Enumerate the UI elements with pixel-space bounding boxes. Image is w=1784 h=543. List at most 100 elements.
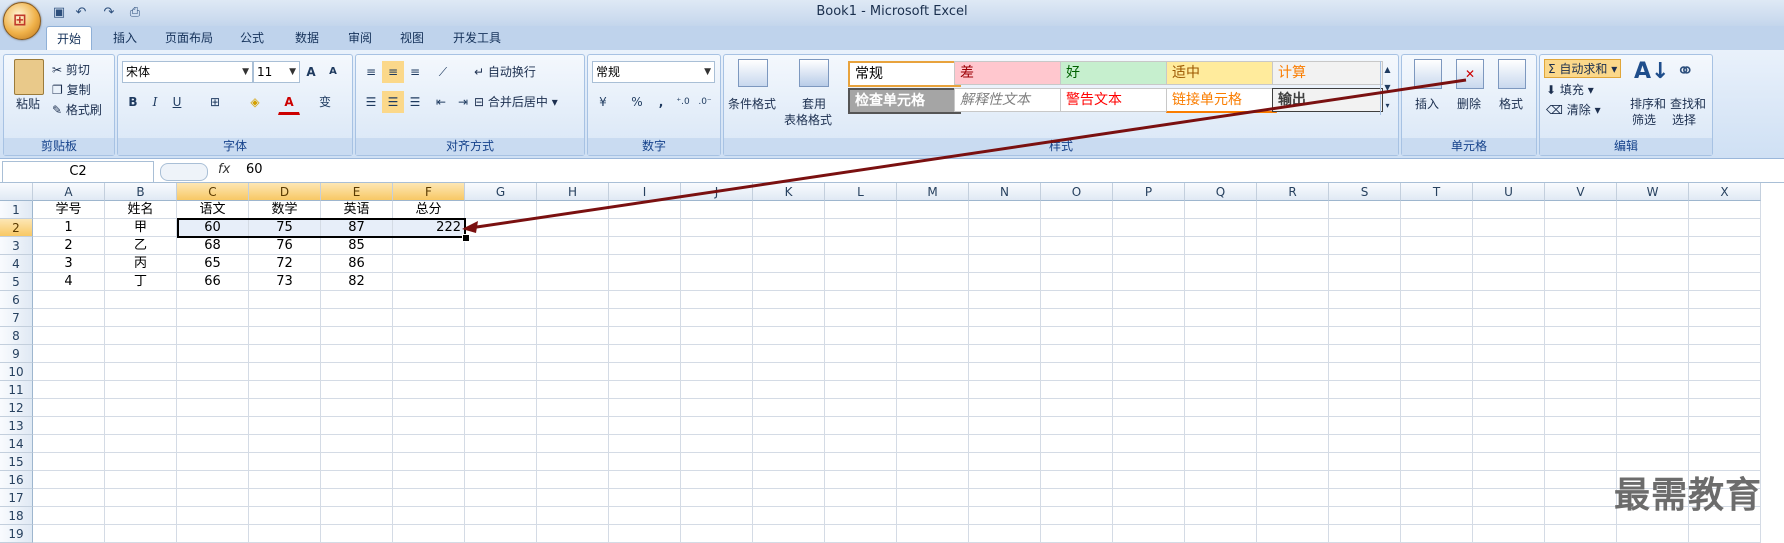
cell-N7[interactable] [969, 309, 1041, 327]
cell-A11[interactable] [33, 381, 105, 399]
cell-V4[interactable] [1545, 255, 1617, 273]
cell-U2[interactable] [1473, 219, 1545, 237]
column-header-A[interactable]: A [33, 183, 105, 201]
cell-G16[interactable] [465, 471, 537, 489]
cell-K11[interactable] [753, 381, 825, 399]
cell-L1[interactable] [825, 201, 897, 219]
cell-S13[interactable] [1329, 417, 1401, 435]
cell-T6[interactable] [1401, 291, 1473, 309]
cell-F8[interactable] [393, 327, 465, 345]
cell-A5[interactable]: 4 [33, 273, 105, 291]
cell-T8[interactable] [1401, 327, 1473, 345]
cell-C13[interactable] [177, 417, 249, 435]
cell-T17[interactable] [1401, 489, 1473, 507]
cell-S3[interactable] [1329, 237, 1401, 255]
cell-H5[interactable] [537, 273, 609, 291]
cell-T7[interactable] [1401, 309, 1473, 327]
cell-F13[interactable] [393, 417, 465, 435]
cell-U6[interactable] [1473, 291, 1545, 309]
cell-H16[interactable] [537, 471, 609, 489]
cell-C15[interactable] [177, 453, 249, 471]
cell-D11[interactable] [249, 381, 321, 399]
column-header-J[interactable]: J [681, 183, 753, 201]
cell-J6[interactable] [681, 291, 753, 309]
cell-E16[interactable] [321, 471, 393, 489]
cell-T16[interactable] [1401, 471, 1473, 489]
cell-B18[interactable] [105, 507, 177, 525]
row-header-3[interactable]: 3 [0, 237, 33, 255]
cell-Q10[interactable] [1185, 363, 1257, 381]
cell-R5[interactable] [1257, 273, 1329, 291]
cell-N4[interactable] [969, 255, 1041, 273]
cell-G13[interactable] [465, 417, 537, 435]
cell-R15[interactable] [1257, 453, 1329, 471]
increase-indent-icon[interactable]: ⇥ [452, 91, 474, 113]
cell-K2[interactable] [753, 219, 825, 237]
cell-Q14[interactable] [1185, 435, 1257, 453]
cell-H8[interactable] [537, 327, 609, 345]
cell-N5[interactable] [969, 273, 1041, 291]
cell-W6[interactable] [1617, 291, 1689, 309]
cell-Q4[interactable] [1185, 255, 1257, 273]
cell-L9[interactable] [825, 345, 897, 363]
cell-R3[interactable] [1257, 237, 1329, 255]
cell-N8[interactable] [969, 327, 1041, 345]
cell-style-3[interactable]: 好 [1060, 61, 1171, 85]
cell-I17[interactable] [609, 489, 681, 507]
autosum-button[interactable]: Σ 自动求和 ▾ [1544, 59, 1622, 78]
cell-D2[interactable]: 75 [249, 219, 321, 237]
cell-C16[interactable] [177, 471, 249, 489]
cell-Q11[interactable] [1185, 381, 1257, 399]
cell-G1[interactable] [465, 201, 537, 219]
cell-X11[interactable] [1689, 381, 1761, 399]
cell-U9[interactable] [1473, 345, 1545, 363]
cell-O4[interactable] [1041, 255, 1113, 273]
cell-W12[interactable] [1617, 399, 1689, 417]
cell-Q12[interactable] [1185, 399, 1257, 417]
cell-E14[interactable] [321, 435, 393, 453]
cell-F12[interactable] [393, 399, 465, 417]
cell-G17[interactable] [465, 489, 537, 507]
cell-S12[interactable] [1329, 399, 1401, 417]
cell-N14[interactable] [969, 435, 1041, 453]
cell-A6[interactable] [33, 291, 105, 309]
tab-insert[interactable]: 插入 [103, 26, 147, 50]
tab-view[interactable]: 视图 [390, 26, 434, 50]
cell-Q7[interactable] [1185, 309, 1257, 327]
cell-H2[interactable] [537, 219, 609, 237]
cell-E1[interactable]: 英语 [321, 201, 393, 219]
row-header-5[interactable]: 5 [0, 273, 33, 291]
cell-A9[interactable] [33, 345, 105, 363]
redo-icon[interactable]: ↷ [100, 4, 118, 22]
cell-X3[interactable] [1689, 237, 1761, 255]
cell-D6[interactable] [249, 291, 321, 309]
column-header-P[interactable]: P [1113, 183, 1185, 201]
cell-M2[interactable] [897, 219, 969, 237]
cell-M18[interactable] [897, 507, 969, 525]
cell-X2[interactable] [1689, 219, 1761, 237]
column-header-H[interactable]: H [537, 183, 609, 201]
cell-W2[interactable] [1617, 219, 1689, 237]
cell-Q16[interactable] [1185, 471, 1257, 489]
cell-F7[interactable] [393, 309, 465, 327]
currency-icon[interactable]: ¥ [592, 91, 614, 113]
row-header-9[interactable]: 9 [0, 345, 33, 363]
cell-U12[interactable] [1473, 399, 1545, 417]
cell-G8[interactable] [465, 327, 537, 345]
cell-L14[interactable] [825, 435, 897, 453]
cell-K8[interactable] [753, 327, 825, 345]
cell-S2[interactable] [1329, 219, 1401, 237]
cell-I18[interactable] [609, 507, 681, 525]
cell-A10[interactable] [33, 363, 105, 381]
cell-S14[interactable] [1329, 435, 1401, 453]
binoculars-icon[interactable]: ⚭ [1676, 59, 1694, 84]
number-format-select[interactable]: 常规 ▼ [592, 61, 715, 83]
row-header-1[interactable]: 1 [0, 201, 33, 219]
cell-A12[interactable] [33, 399, 105, 417]
cell-E4[interactable]: 86 [321, 255, 393, 273]
cell-X13[interactable] [1689, 417, 1761, 435]
cell-S11[interactable] [1329, 381, 1401, 399]
cell-T4[interactable] [1401, 255, 1473, 273]
cell-O11[interactable] [1041, 381, 1113, 399]
cell-D13[interactable] [249, 417, 321, 435]
